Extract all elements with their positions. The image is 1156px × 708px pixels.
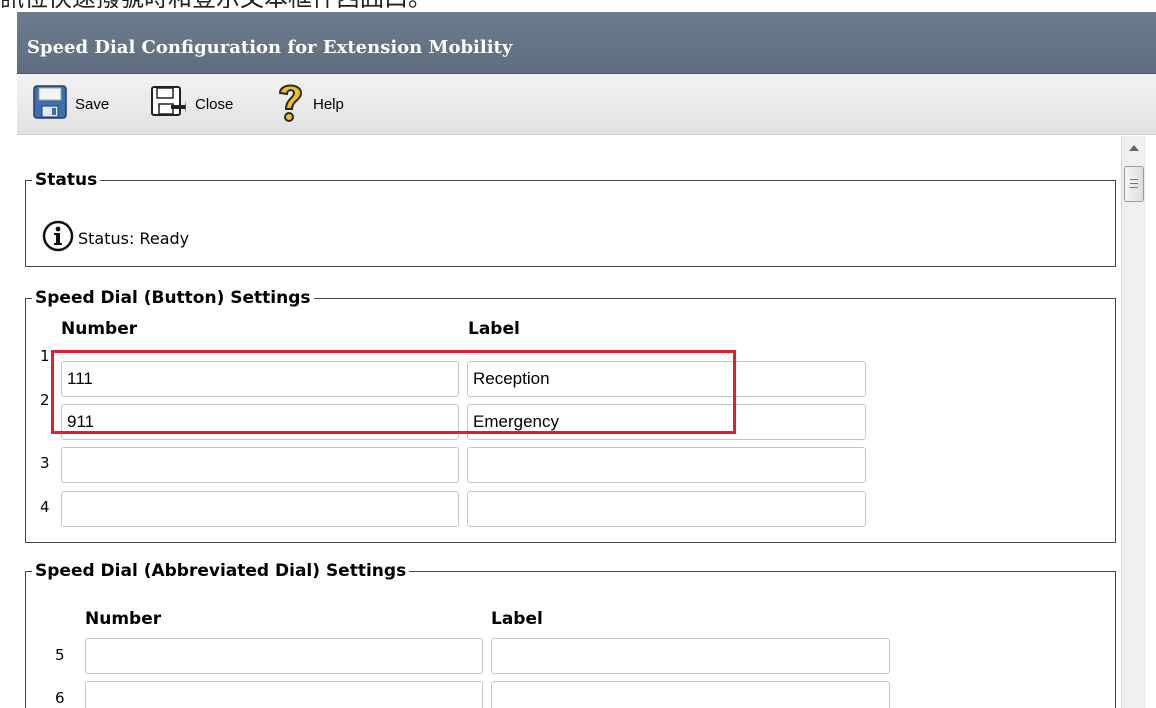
row-index: 2 — [40, 391, 50, 409]
dialog-window: Speed Dial Configuration for Extension M… — [17, 12, 1156, 708]
abbreviated-number-6[interactable] — [85, 681, 483, 708]
help-button[interactable]: Help — [275, 82, 344, 126]
status-legend: Status — [35, 170, 98, 190]
row-index: 4 — [40, 498, 50, 516]
speed-dial-number-2[interactable] — [61, 404, 459, 440]
abbreviated-settings-legend: Speed Dial (Abbreviated Dial) Settings — [35, 561, 407, 581]
button-settings-legend: Speed Dial (Button) Settings — [35, 288, 311, 308]
speed-dial-label-3[interactable] — [467, 447, 866, 483]
toolbar: Save Close Help — [17, 74, 1156, 135]
close-button[interactable]: Close — [151, 82, 233, 126]
abbreviated-label-5[interactable] — [491, 638, 890, 674]
button-label-header: Label — [468, 319, 520, 339]
abbreviated-number-5[interactable] — [85, 638, 483, 674]
row-index: 3 — [40, 454, 50, 472]
save-label: Save — [75, 95, 110, 113]
save-close-icon — [151, 85, 187, 123]
speed-dial-number-3[interactable] — [61, 447, 459, 483]
abbreviated-number-header: Number — [85, 609, 162, 629]
speed-dial-label-2[interactable] — [467, 404, 866, 440]
floppy-disk-icon — [33, 85, 67, 123]
speed-dial-label-4[interactable] — [467, 491, 866, 527]
speed-dial-label-1[interactable] — [467, 361, 866, 397]
speed-dial-number-4[interactable] — [61, 491, 459, 527]
window-title: Speed Dial Configuration for Extension M… — [27, 37, 513, 58]
status-group: Status Status: Ready — [25, 170, 1116, 267]
row-index: 6 — [55, 689, 65, 707]
scroll-up-arrow-icon[interactable] — [1129, 145, 1139, 151]
row-index: 5 — [55, 646, 65, 664]
speed-dial-number-1[interactable] — [61, 361, 459, 397]
abbreviated-label-header: Label — [491, 609, 543, 629]
close-label: Close — [195, 95, 234, 113]
vertical-scrollbar[interactable] — [1121, 136, 1146, 708]
status-text: Status: Ready — [78, 228, 190, 248]
question-mark-icon — [275, 81, 305, 127]
title-bar: Speed Dial Configuration for Extension M… — [17, 12, 1156, 74]
content-area: Status Status: Ready Speed Dial (Button)… — [17, 136, 1119, 708]
scroll-thumb[interactable] — [1124, 166, 1144, 202]
help-label: Help — [313, 95, 344, 113]
button-number-header: Number — [61, 319, 138, 339]
row-index: 1 — [40, 347, 50, 365]
abbreviated-label-6[interactable] — [491, 681, 890, 708]
caption-fragment: 訊位快速撥號時和登示文本框件西囧口。 — [0, 0, 1156, 8]
info-icon — [42, 220, 74, 256]
status-line: Status: Ready — [42, 220, 189, 256]
save-button[interactable]: Save — [33, 82, 109, 126]
